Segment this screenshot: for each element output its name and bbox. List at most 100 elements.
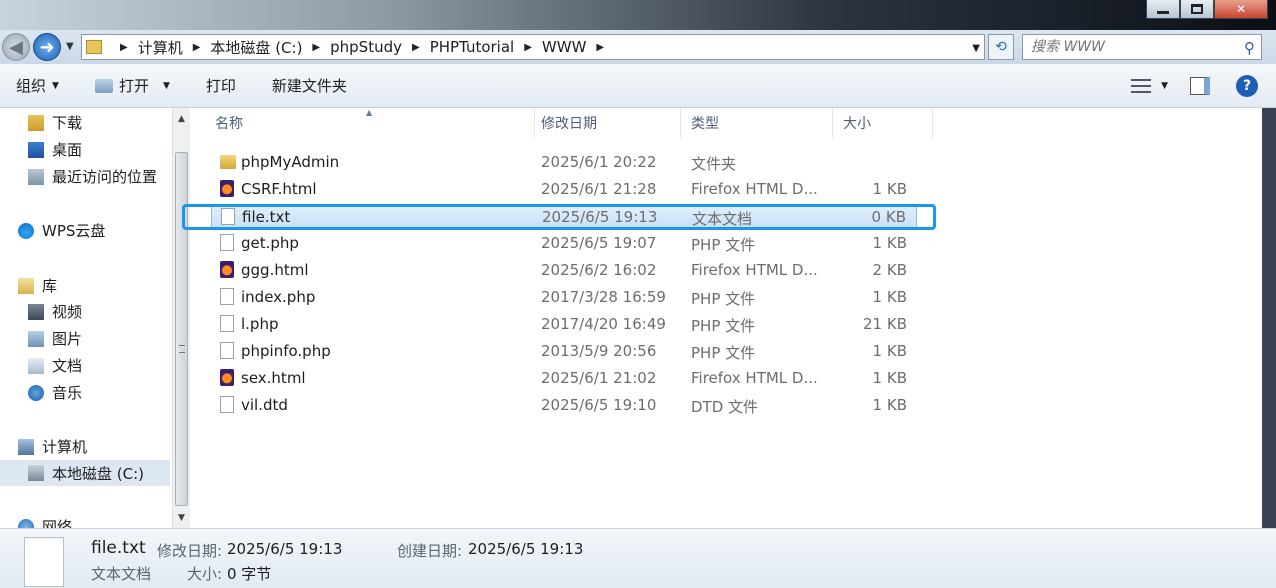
nav-item-music[interactable]: 音乐 [28, 382, 82, 403]
recent-pages-dropdown[interactable]: ▼ [66, 41, 74, 52]
file-type: PHP 文件 [691, 344, 756, 362]
help-icon[interactable]: ? [1236, 75, 1258, 97]
nav-item-label: 下载 [52, 114, 83, 132]
file-row[interactable]: phpinfo.php 2013/5/9 20:56 PHP 文件 1 KB [211, 339, 917, 363]
new-folder-button[interactable]: 新建文件夹 [272, 71, 347, 101]
scroll-down-icon[interactable]: ▼ [173, 509, 190, 526]
nav-scrollbar[interactable]: ▲ ▼ [172, 108, 190, 528]
chevron-right-icon[interactable]: ▶ [120, 42, 128, 53]
details-size-value: 0 字节 [227, 565, 272, 583]
file-type: DTD 文件 [691, 398, 759, 416]
forward-button[interactable]: ➜ [33, 33, 61, 61]
file-name: index.php [241, 288, 316, 306]
column-header-name[interactable]: 名称 [205, 108, 535, 138]
nav-item-documents[interactable]: 文档 [28, 355, 82, 376]
nav-item-network[interactable]: 网络 [18, 516, 72, 528]
organize-label: 组织 [16, 77, 47, 95]
address-row: ◀ ➜ ▼ ▶ 计算机 ▶ 本地磁盘 (C:) ▶ phpStudy ▶ PHP… [0, 30, 1276, 64]
chevron-right-icon[interactable]: ▶ [193, 42, 201, 53]
text-file-icon [24, 537, 64, 587]
nav-item-computer[interactable]: 计算机 [18, 436, 87, 457]
breadcrumb-computer[interactable]: 计算机 [138, 37, 183, 58]
file-size: 1 KB [872, 288, 907, 306]
open-button[interactable]: 打开 ▼ [94, 71, 170, 101]
file-row[interactable]: CSRF.html 2025/6/1 21:28 Firefox HTML D...… [211, 177, 917, 201]
file-type: 文件夹 [691, 155, 737, 173]
nav-item-pictures[interactable]: 图片 [28, 328, 82, 349]
view-controls: ▼ ? [1131, 64, 1276, 108]
library-icon [18, 277, 34, 294]
file-type: PHP 文件 [691, 317, 756, 335]
back-button[interactable]: ◀ [2, 33, 30, 61]
print-label: 打印 [205, 77, 236, 95]
close-button[interactable]: ✕ [1214, 0, 1268, 19]
nav-item-wps-cloud[interactable]: WPS云盘 [18, 220, 105, 241]
file-list: ▲ 名称 修改日期 类型 大小 phpMyAdmin 2025/6/1 20:22… [191, 108, 1262, 528]
file-row[interactable]: ggg.html 2025/6/2 16:02 Firefox HTML D... 2… [211, 258, 917, 282]
address-dropdown-icon[interactable]: ▼ [972, 43, 980, 54]
file-size: 1 KB [872, 180, 907, 198]
breadcrumb-phpstudy[interactable]: phpStudy [330, 38, 402, 56]
nav-item-recent-places[interactable]: 最近访问的位置 [28, 166, 157, 187]
network-icon [18, 518, 34, 528]
file-row[interactable]: get.php 2025/6/5 19:07 PHP 文件 1 KB [211, 231, 917, 255]
file-row[interactable]: index.php 2017/3/28 16:59 PHP 文件 1 KB [211, 285, 917, 309]
nav-item-libraries[interactable]: 库 [18, 275, 57, 296]
video-icon [28, 303, 44, 320]
file-type: Firefox HTML D... [691, 261, 818, 279]
nav-item-label: 网络 [42, 518, 73, 528]
search-input[interactable] [1031, 39, 1231, 55]
file-size: 1 KB [872, 396, 907, 414]
address-bar[interactable]: ▶ 计算机 ▶ 本地磁盘 (C:) ▶ phpStudy ▶ PHPTutori… [81, 34, 985, 60]
file-type: PHP 文件 [691, 290, 756, 308]
breadcrumb-www[interactable]: WWW [542, 38, 587, 56]
maximize-button[interactable] [1180, 0, 1214, 19]
refresh-button[interactable]: ⟲ [988, 34, 1014, 60]
chevron-right-icon[interactable]: ▶ [596, 42, 604, 53]
breadcrumb-phptutorial[interactable]: PHPTutorial [430, 38, 515, 56]
search-box[interactable]: ⚲ [1022, 34, 1262, 60]
text-file-icon [220, 396, 234, 413]
details-file-name: file.txt [91, 538, 146, 558]
file-row[interactable]: vil.dtd 2025/6/5 19:10 DTD 文件 1 KB [211, 393, 917, 417]
file-size: 21 KB [863, 315, 907, 333]
preview-pane-icon[interactable] [1190, 77, 1210, 95]
file-date: 2017/4/20 16:49 [541, 315, 666, 333]
details-file-type: 文本文档 [91, 565, 152, 583]
documents-icon [28, 357, 44, 374]
details-pane: file.txt 修改日期: 2025/6/5 19:13 创建日期: 2025… [0, 528, 1276, 588]
chevron-right-icon[interactable]: ▶ [412, 42, 420, 53]
breadcrumb-local-disk[interactable]: 本地磁盘 (C:) [210, 37, 302, 58]
nav-item-label: 文档 [52, 357, 83, 375]
chevron-right-icon[interactable]: ▶ [312, 42, 320, 53]
file-name: phpMyAdmin [241, 153, 340, 171]
print-button[interactable]: 打印 [206, 71, 236, 101]
column-header-size[interactable]: 大小 [833, 108, 933, 138]
file-row[interactable]: phpMyAdmin 2025/6/1 20:22 文件夹 [211, 150, 917, 174]
file-row[interactable]: l.php 2017/4/20 16:49 PHP 文件 21 KB [211, 312, 917, 336]
file-name: get.php [241, 234, 299, 252]
file-date: 2025/6/1 21:28 [541, 180, 657, 198]
column-label: 名称 [215, 116, 243, 132]
downloads-icon [28, 114, 44, 131]
column-header-type[interactable]: 类型 [681, 108, 833, 138]
nav-item-videos[interactable]: 视频 [28, 301, 82, 322]
nav-item-downloads[interactable]: 下载 [28, 112, 82, 133]
chevron-right-icon[interactable]: ▶ [524, 42, 532, 53]
file-row[interactable]: sex.html 2025/6/1 21:02 Firefox HTML D... 1… [211, 366, 917, 390]
details-modified-label: 修改日期: [157, 542, 223, 560]
nav-item-local-disk[interactable]: 本地磁盘 (C:) [0, 460, 170, 486]
organize-button[interactable]: 组织 ▼ [16, 71, 59, 101]
change-view-icon[interactable] [1131, 79, 1152, 93]
scroll-up-icon[interactable]: ▲ [173, 110, 190, 127]
chevron-down-icon[interactable]: ▼ [163, 81, 170, 91]
column-header-date[interactable]: 修改日期 [531, 108, 681, 138]
chevron-down-icon[interactable]: ▼ [1161, 81, 1168, 91]
desktop-icon [28, 141, 44, 158]
text-file-icon [220, 315, 234, 332]
minimize-button[interactable] [1146, 0, 1180, 19]
search-icon[interactable]: ⚲ [1244, 39, 1255, 57]
new-folder-label: 新建文件夹 [271, 77, 347, 95]
nav-item-desktop[interactable]: 桌面 [28, 139, 82, 160]
details-created-label: 创建日期: [397, 542, 463, 560]
